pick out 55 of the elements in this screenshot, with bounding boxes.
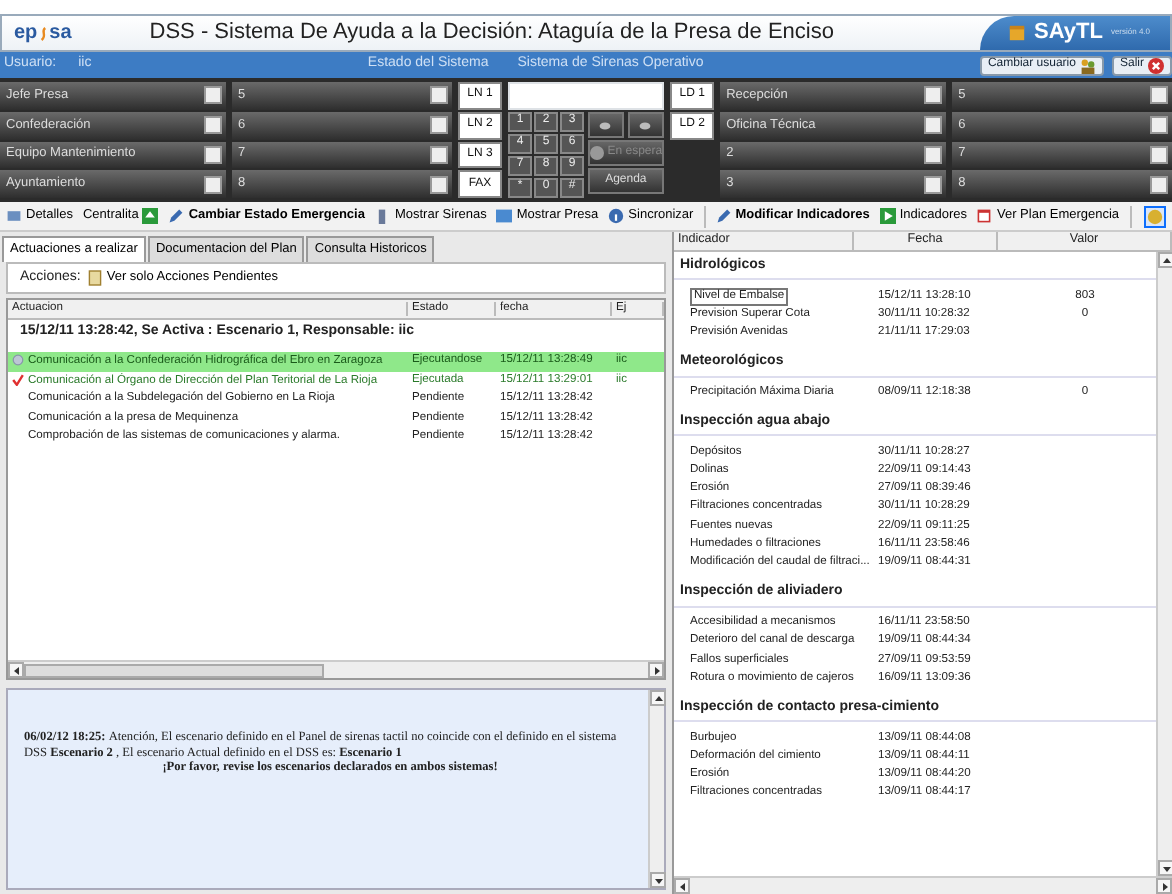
status-square bbox=[204, 145, 222, 164]
status-square bbox=[1150, 116, 1169, 135]
check-icon bbox=[12, 373, 24, 386]
status-square bbox=[924, 145, 943, 164]
status-square bbox=[430, 116, 448, 135]
phone-icon bbox=[596, 119, 615, 131]
logo-text: sa bbox=[49, 21, 72, 45]
status-square bbox=[204, 86, 222, 105]
arrow-icon bbox=[11, 665, 21, 675]
arrow-icon bbox=[653, 693, 663, 703]
status-square bbox=[430, 175, 448, 194]
status-square bbox=[924, 86, 943, 105]
status-square bbox=[924, 116, 943, 135]
pencil-icon bbox=[715, 208, 732, 224]
scrollbar-thumb[interactable] bbox=[24, 663, 324, 677]
info-icon bbox=[608, 208, 625, 224]
call-button[interactable] bbox=[587, 112, 625, 138]
number-input-field[interactable] bbox=[508, 82, 665, 110]
scroll-up-button[interactable] bbox=[1158, 252, 1172, 268]
scroll-down-button[interactable] bbox=[650, 872, 666, 888]
status-square bbox=[204, 175, 222, 194]
status-square bbox=[1150, 86, 1169, 105]
toolbar-button[interactable] bbox=[1144, 205, 1166, 227]
document-icon bbox=[976, 208, 993, 224]
status-square bbox=[924, 175, 943, 194]
logo-mark-icon bbox=[37, 23, 50, 43]
brand-name: SAyTL bbox=[1034, 19, 1103, 47]
phone-icon bbox=[636, 119, 655, 131]
scroll-left-button[interactable] bbox=[674, 878, 690, 894]
scroll-right-button[interactable] bbox=[1156, 878, 1172, 894]
box-icon bbox=[1008, 24, 1026, 42]
scroll-up-button[interactable] bbox=[650, 690, 666, 706]
hang-up-button[interactable] bbox=[627, 112, 665, 138]
users-icon bbox=[1079, 57, 1096, 73]
arrow-icon bbox=[1161, 255, 1171, 265]
close-icon bbox=[1148, 57, 1164, 73]
status-square bbox=[204, 116, 222, 135]
status-square bbox=[1150, 145, 1169, 164]
arrow-icon bbox=[677, 881, 687, 891]
pencil-icon bbox=[168, 208, 185, 224]
arrow-icon bbox=[653, 875, 663, 885]
scroll-down-button[interactable] bbox=[1158, 860, 1172, 876]
progress-icon bbox=[12, 354, 24, 367]
window-title: DSS - Sistema De Ayuda a la Decisión: Ataguía de la Presa de Enciso bbox=[147, 19, 836, 47]
arrow-right-icon bbox=[879, 208, 896, 224]
scroll-left-button[interactable] bbox=[8, 662, 24, 678]
arrow-icon bbox=[651, 665, 661, 675]
document-icon bbox=[88, 269, 103, 286]
status-square bbox=[430, 86, 448, 105]
coin-icon bbox=[1146, 207, 1164, 225]
logo-text: ep bbox=[14, 21, 38, 45]
arrow-up-icon bbox=[142, 208, 159, 224]
scroll-right-button[interactable] bbox=[648, 662, 664, 678]
status-square bbox=[430, 145, 448, 164]
status-square bbox=[1150, 175, 1169, 194]
